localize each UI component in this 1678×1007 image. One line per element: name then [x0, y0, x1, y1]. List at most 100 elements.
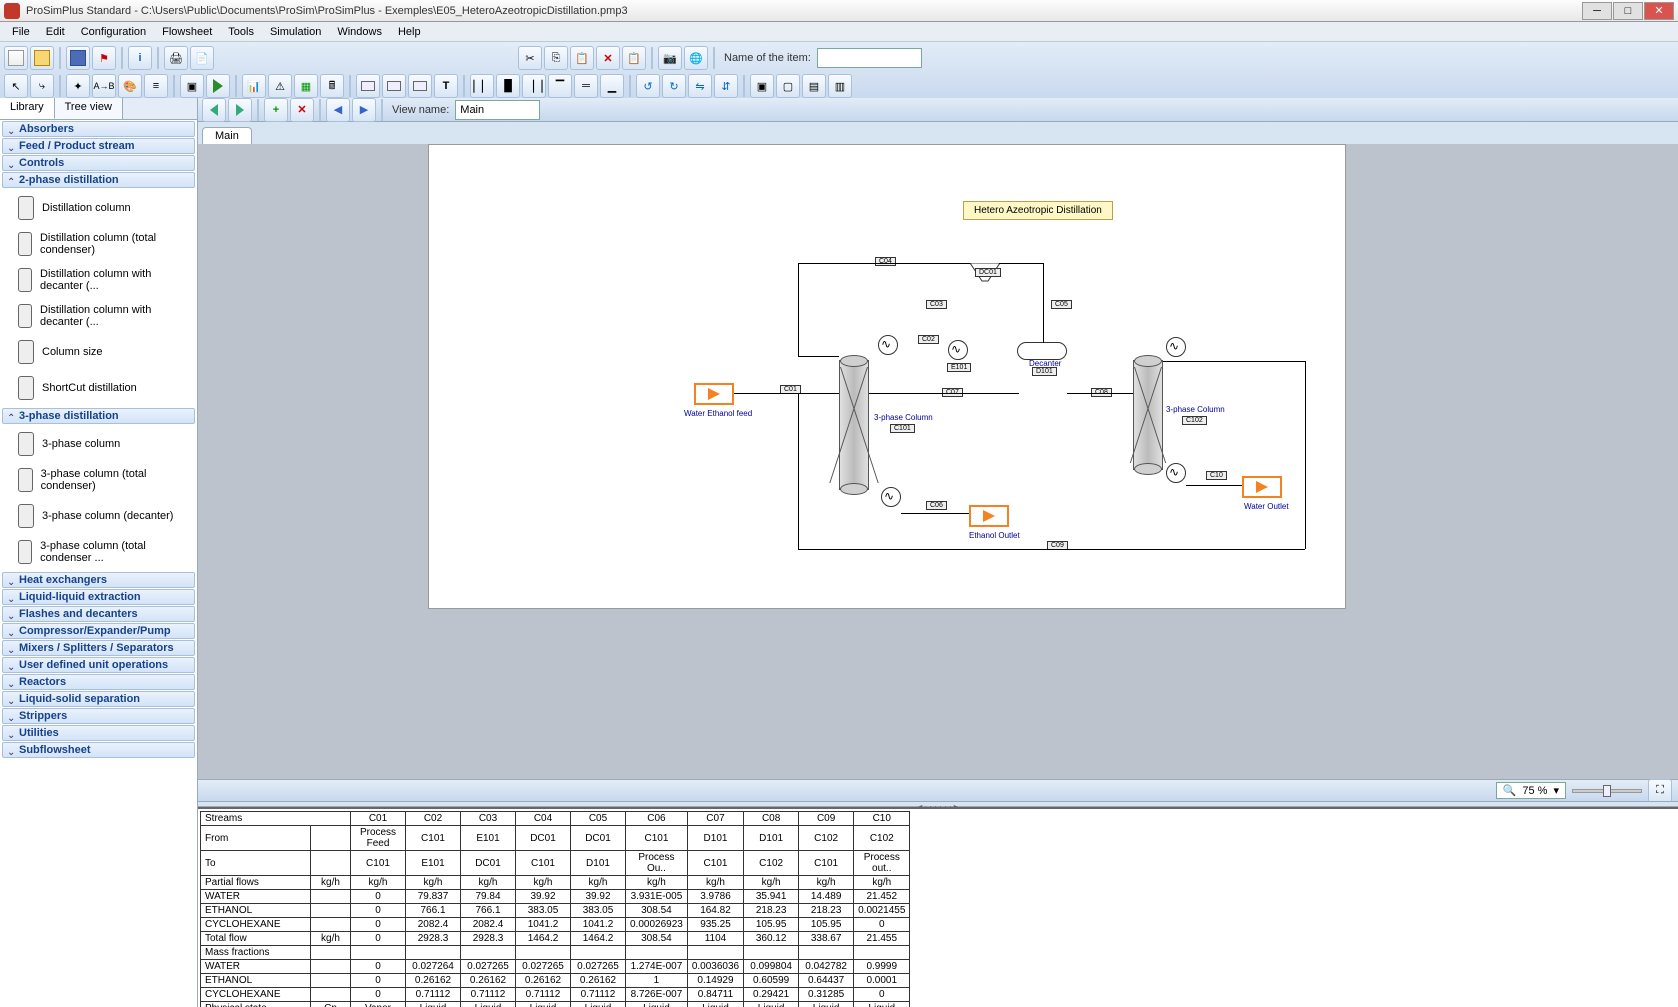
library-item[interactable]: ShortCut distillation [0, 370, 197, 406]
ethanol-outlet-block[interactable] [969, 505, 1009, 527]
paste-special-button[interactable]: 📋 [622, 46, 646, 70]
panel2-button[interactable] [382, 74, 406, 98]
feed-block[interactable] [694, 383, 734, 405]
backward-button[interactable]: ▥ [828, 74, 852, 98]
add-view-button[interactable]: + [264, 98, 288, 122]
category-user-defined-unit-operations[interactable]: User defined unit operations [2, 657, 195, 673]
maximize-button[interactable]: □ [1613, 2, 1643, 20]
panel3-button[interactable] [408, 74, 432, 98]
align-right-button[interactable]: ▕▕ [522, 74, 546, 98]
pointer-tool[interactable]: ↖ [4, 74, 28, 98]
minimize-button[interactable]: ─ [1582, 2, 1612, 20]
zoom-slider[interactable] [1572, 789, 1642, 793]
category-reactors[interactable]: Reactors [2, 674, 195, 690]
library-item[interactable]: 3-phase column (total condenser) [0, 462, 197, 498]
category-flashes-and-decanters[interactable]: Flashes and decanters [2, 606, 195, 622]
zoom-value-dropdown[interactable]: 🔍 75 % ▾ [1496, 782, 1566, 799]
close-button[interactable]: ✕ [1644, 2, 1674, 20]
nav-fwd-button[interactable] [228, 98, 252, 122]
new-button[interactable] [4, 46, 28, 70]
library-item[interactable]: Column size [0, 334, 197, 370]
text-tool[interactable]: T [434, 74, 458, 98]
tab-treeview[interactable]: Tree view [55, 98, 123, 119]
stream-tag-c02[interactable]: C02 [918, 335, 939, 344]
flip-v-button[interactable]: ⇵ [714, 74, 738, 98]
paste-button[interactable]: 📋 [570, 46, 594, 70]
globe-button[interactable]: 🌐 [684, 46, 708, 70]
category-liquid-liquid-extraction[interactable]: Liquid-liquid extraction [2, 589, 195, 605]
align-top-button[interactable]: ▔ [548, 74, 572, 98]
step-button[interactable]: ▣ [180, 74, 204, 98]
align-center-button[interactable]: ▐▌ [496, 74, 520, 98]
column-1-tag[interactable]: C101 [890, 424, 915, 433]
del-view-button[interactable]: ✕ [290, 98, 314, 122]
menu-file[interactable]: File [4, 24, 38, 40]
cut-button[interactable]: ✂ [518, 46, 542, 70]
flowsheet-canvas[interactable]: Hetero Azeotropic Distillation Water Eth… [198, 144, 1678, 801]
stream-tag-c06[interactable]: C06 [926, 501, 947, 510]
category-utilities[interactable]: Utilities [2, 725, 195, 741]
save-warn-button[interactable]: ⚑ [92, 46, 116, 70]
flowsheet-title[interactable]: Hetero Azeotropic Distillation [963, 201, 1113, 220]
menu-simulation[interactable]: Simulation [262, 24, 329, 40]
snapshot-button[interactable]: 📷 [658, 46, 682, 70]
decanter-tag[interactable]: D101 [1032, 367, 1057, 376]
category-2-phase-distillation[interactable]: 2-phase distillation [2, 172, 195, 188]
send-back-button[interactable]: ▢ [776, 74, 800, 98]
print-button[interactable]: 🖨 [164, 46, 188, 70]
category-3-phase-distillation[interactable]: 3-phase distillation [2, 408, 195, 424]
library-item[interactable]: 3-phase column (total condenser ... [0, 534, 197, 570]
column-1[interactable] [839, 360, 869, 490]
category-subflowsheet[interactable]: Subflowsheet [2, 742, 195, 758]
hx-reboiler-2[interactable] [1166, 463, 1186, 483]
menu-help[interactable]: Help [390, 24, 429, 40]
rotate-right-button[interactable]: ↻ [662, 74, 686, 98]
table-button[interactable]: ▦ [294, 74, 318, 98]
hx-tag[interactable]: E101 [947, 363, 971, 372]
save-button[interactable] [66, 46, 90, 70]
edit-text-tool[interactable]: A→B [92, 74, 116, 98]
library-item[interactable]: Distillation column with decanter (... [0, 298, 197, 334]
column-2-tag[interactable]: C102 [1182, 416, 1207, 425]
library-item[interactable]: Distillation column (total condenser) [0, 226, 197, 262]
delete-button[interactable]: ✕ [596, 46, 620, 70]
stream-tag-c04[interactable]: C04 [875, 257, 896, 266]
menu-configuration[interactable]: Configuration [73, 24, 154, 40]
stream-table[interactable]: StreamsC01C02C03C04C05C06C07C08C09C10Fro… [198, 807, 1678, 1007]
bring-front-button[interactable]: ▣ [750, 74, 774, 98]
nav-back-button[interactable] [202, 98, 226, 122]
info-stream-tool[interactable]: ✦ [66, 74, 90, 98]
category-compressor-expander-pump[interactable]: Compressor/Expander/Pump [2, 623, 195, 639]
hx-2[interactable] [948, 340, 968, 360]
stream-tag-c10[interactable]: C10 [1206, 471, 1227, 480]
warn-button[interactable]: ⚠ [268, 74, 292, 98]
stream-tag-c05[interactable]: C05 [1051, 300, 1072, 309]
forward-button[interactable]: ▤ [802, 74, 826, 98]
copy-button[interactable]: ⎘ [544, 46, 568, 70]
category-feed-product-stream[interactable]: Feed / Product stream [2, 138, 195, 154]
hx-reboiler-1[interactable] [881, 487, 901, 507]
align-left-button[interactable]: ▏▏ [470, 74, 494, 98]
panel1-button[interactable] [356, 74, 380, 98]
stream-tag-c03[interactable]: C03 [926, 300, 947, 309]
item-name-input[interactable] [817, 48, 922, 68]
category-heat-exchangers[interactable]: Heat exchangers [2, 572, 195, 588]
prev-view-button[interactable]: ◀ [326, 98, 350, 122]
print-preview-button[interactable]: 📄 [190, 46, 214, 70]
library-item[interactable]: Distillation column with decanter (... [0, 262, 197, 298]
flip-h-button[interactable]: ⇋ [688, 74, 712, 98]
hx-1[interactable] [878, 335, 898, 355]
layers-tool[interactable]: ≡ [144, 74, 168, 98]
library-item[interactable]: Distillation column [0, 190, 197, 226]
decanter-block[interactable] [1017, 342, 1067, 360]
align-bottom-button[interactable]: ▁ [600, 74, 624, 98]
category-liquid-solid-separation[interactable]: Liquid-solid separation [2, 691, 195, 707]
align-middle-button[interactable]: ═ [574, 74, 598, 98]
category-controls[interactable]: Controls [2, 155, 195, 171]
dc01-tag[interactable]: DC01 [975, 268, 1001, 277]
next-view-button[interactable]: ▶ [352, 98, 376, 122]
menu-flowsheet[interactable]: Flowsheet [154, 24, 220, 40]
color-tool[interactable]: 🎨 [118, 74, 142, 98]
results-button[interactable]: 📊 [242, 74, 266, 98]
category-strippers[interactable]: Strippers [2, 708, 195, 724]
